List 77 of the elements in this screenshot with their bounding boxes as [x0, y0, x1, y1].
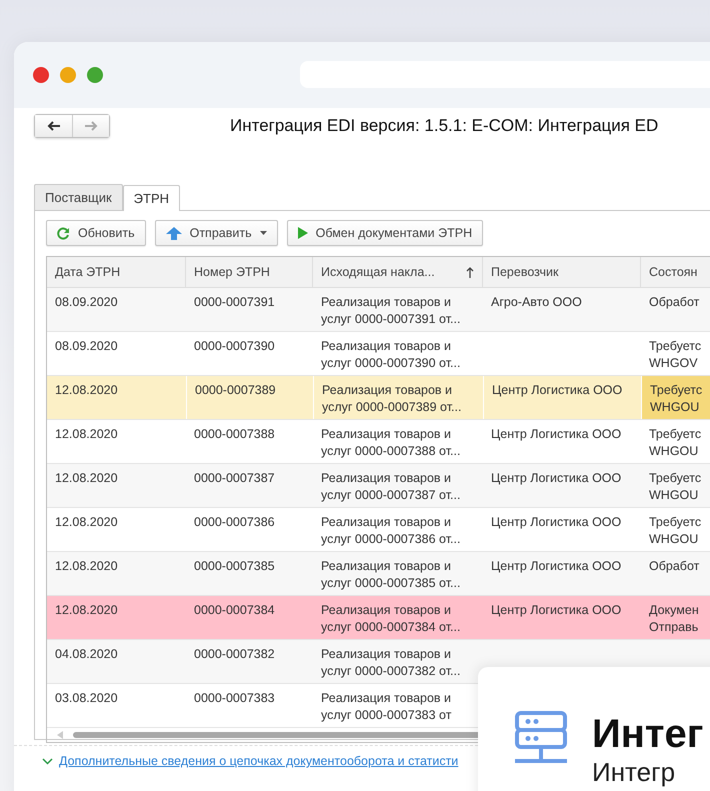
table-cell: 0000-0007387 [194, 471, 275, 485]
column-header[interactable]: Дата ЭТРН [47, 257, 186, 287]
card-subtitle: Интегр [592, 757, 676, 787]
column-header[interactable]: Перевозчик [483, 257, 641, 287]
column-header[interactable]: Исходящая накла... [313, 257, 483, 287]
table-cell: Требуетс WHGOV [649, 339, 702, 370]
table-cell: Реализация товаров и услуг 0000-0007391 от... [321, 295, 460, 326]
back-arrow-icon [46, 121, 60, 131]
table-cell: Агро-Авто ООО [491, 295, 582, 309]
table-row[interactable]: 12.08.2020 0000-0007389 Реализация товаров и услуг 0000-0007389 от... Центр Логистика ООО Требуетс WHGOU [47, 376, 710, 420]
table-cell: 12.08.2020 [55, 559, 118, 573]
table-cell: 0000-0007386 [194, 515, 275, 529]
maximize-dot-icon[interactable] [86, 67, 103, 83]
table-row[interactable]: 12.08.2020 0000-0007387 Реализация товаров и услуг 0000-0007387 от... Центр Логистика ООО Требуетс WHGOU [47, 464, 710, 508]
table-cell: Докумен Отправь [649, 603, 699, 634]
upload-arrow-icon [166, 226, 182, 240]
table-cell: Центр Логистика ООО [491, 515, 622, 529]
table-cell: 03.08.2020 [55, 691, 118, 705]
table-cell: Центр Логистика ООО [492, 383, 622, 397]
table-cell: Обработ [649, 295, 700, 309]
table-cell: 08.09.2020 [55, 295, 118, 309]
table-cell: 0000-0007384 [194, 603, 275, 617]
toolbar-button[interactable]: Отправить [154, 220, 278, 246]
table-cell: Требуетс WHGOU [649, 515, 702, 546]
table-cell: Реализация товаров и услуг 0000-0007387 от... [321, 471, 460, 502]
table-cell: 12.08.2020 [55, 427, 118, 441]
table-cell: Центр Логистика ООО [491, 603, 622, 617]
table-cell: 0000-0007390 [194, 339, 275, 353]
toolbar-button[interactable]: Обновить [46, 220, 146, 246]
table-cell: 0000-0007385 [194, 559, 275, 573]
server-icon [514, 711, 568, 765]
table-cell: Реализация товаров и услуг 0000-0007383 от [321, 691, 452, 722]
sort-ascending-icon [466, 266, 474, 278]
tab[interactable]: Поставщик [34, 184, 123, 210]
table-cell: Реализация товаров и услуг 0000-0007382 от... [321, 647, 460, 678]
table-cell: Центр Логистика ООО [491, 427, 622, 441]
table-cell: Требуетс WHGOU [650, 383, 702, 414]
back-button[interactable] [35, 115, 72, 137]
table-row[interactable]: 12.08.2020 0000-0007385 Реализация товаров и услуг 0000-0007385 от... Центр Логистика ООО Обработ [47, 552, 710, 596]
table-cell: 12.08.2020 [55, 603, 118, 617]
table-cell: 0000-0007388 [194, 427, 275, 441]
chevron-down-icon[interactable] [42, 758, 53, 764]
toolbar-button[interactable]: Обмен документами ЭТРН [286, 220, 484, 246]
refresh-icon [57, 226, 70, 240]
table-cell: Обработ [649, 559, 700, 573]
table-cell: Реализация товаров и услуг 0000-0007388 от... [321, 427, 460, 458]
table-cell: 08.09.2020 [55, 339, 118, 353]
table-cell: 0000-0007389 [195, 383, 276, 397]
page-title: Интеграция EDI версия: 1.5.1: E-COM: Интеграция ED [230, 116, 658, 136]
table-cell: Реализация товаров и услуг 0000-0007386 от... [321, 515, 460, 546]
table-cell: Реализация товаров и услуг 0000-0007389 от... [322, 383, 462, 414]
table-cell: Требуетс WHGOU [649, 427, 702, 458]
tab[interactable]: ЭТРН [122, 185, 180, 211]
scroll-left-icon[interactable] [57, 731, 63, 739]
column-header[interactable]: Состоян [641, 257, 710, 287]
table-cell: Реализация товаров и услуг 0000-0007384 от... [321, 603, 460, 634]
forward-arrow-icon [84, 121, 98, 131]
table-cell: 0000-0007383 [194, 691, 275, 705]
close-dot-icon[interactable] [33, 67, 49, 83]
minimize-dot-icon[interactable] [60, 67, 76, 83]
table-row[interactable]: 08.09.2020 0000-0007391 Реализация товаров и услуг 0000-0007391 от... Агро-Авто ООО Обработ [47, 288, 710, 332]
column-header[interactable]: Номер ЭТРН [186, 257, 313, 287]
table-cell: 12.08.2020 [55, 515, 118, 529]
table-cell: Реализация товаров и услуг 0000-0007390 от... [321, 339, 460, 370]
table-cell: 12.08.2020 [55, 383, 118, 397]
table-cell: Реализация товаров и услуг 0000-0007385 от... [321, 559, 460, 590]
table-cell: 0000-0007391 [194, 295, 275, 309]
table-row[interactable]: 12.08.2020 0000-0007384 Реализация товаров и услуг 0000-0007384 от... Центр Логистика ООО Докумен Отправь [47, 596, 710, 640]
table-cell: 0000-0007382 [194, 647, 275, 661]
card-title: Интег [592, 711, 704, 757]
table-cell: Центр Логистика ООО [491, 559, 622, 573]
details-link[interactable]: Дополнительные сведения о цепочках документооборота и статисти [59, 754, 458, 768]
table-cell: 12.08.2020 [55, 471, 118, 485]
table-cell: 04.08.2020 [55, 647, 118, 661]
play-icon [298, 227, 308, 239]
table-cell: Центр Логистика ООО [491, 471, 622, 485]
table-cell: Требуетс WHGOU [649, 471, 702, 502]
